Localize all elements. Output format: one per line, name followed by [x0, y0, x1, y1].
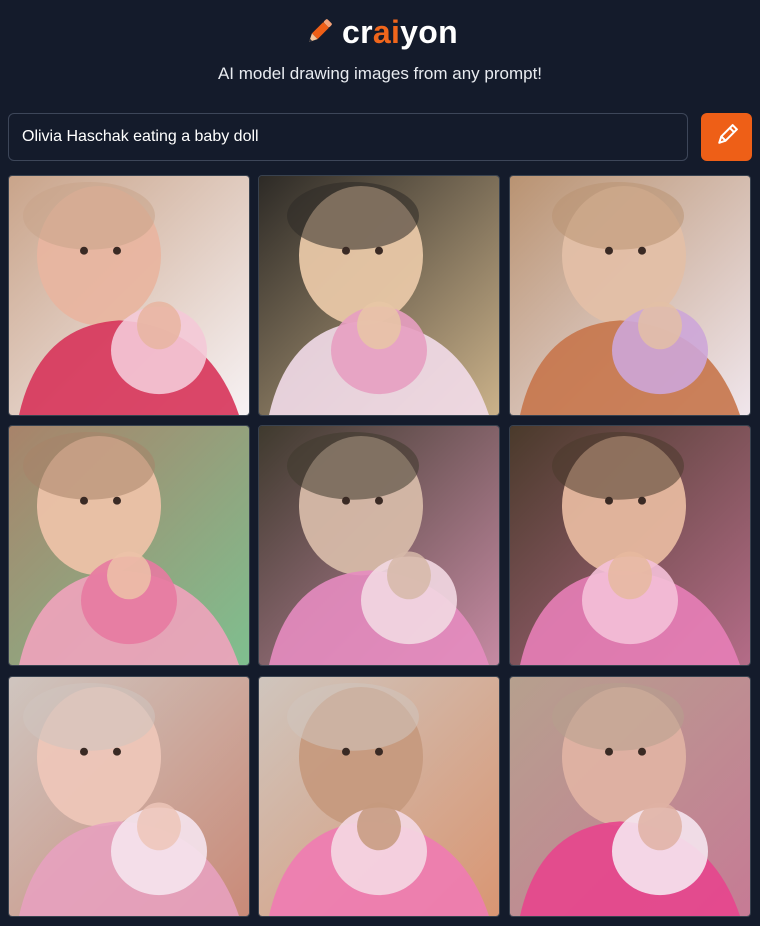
tagline: AI model drawing images from any prompt!: [217, 64, 543, 83]
pencil-icon: [714, 122, 740, 153]
pencil-logo-icon: [302, 15, 336, 49]
draw-button[interactable]: [701, 113, 752, 161]
result-image[interactable]: [258, 676, 500, 917]
brand-logo: craiyon: [342, 16, 458, 48]
brand-prefix: cr: [342, 14, 373, 50]
result-image[interactable]: [258, 175, 500, 416]
result-image[interactable]: [8, 425, 250, 666]
result-image[interactable]: [258, 425, 500, 666]
brand-highlight: ai: [372, 14, 401, 50]
result-image[interactable]: [509, 676, 751, 917]
brand-suffix: yon: [400, 14, 458, 50]
header: craiyon: [0, 10, 760, 54]
result-image[interactable]: [509, 425, 751, 666]
prompt-input[interactable]: Olivia Haschak eating a baby doll: [8, 113, 688, 161]
results-grid: [8, 175, 752, 918]
result-image[interactable]: [8, 175, 250, 416]
result-image[interactable]: [509, 175, 751, 416]
result-image[interactable]: [8, 676, 250, 917]
